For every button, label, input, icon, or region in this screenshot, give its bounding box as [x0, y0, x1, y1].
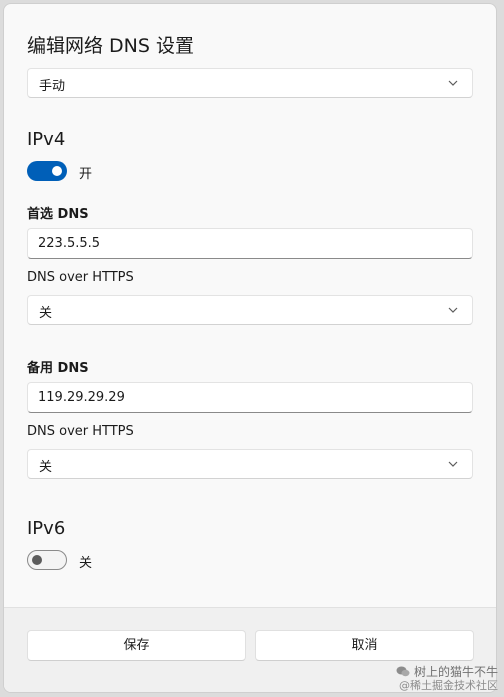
cancel-button[interactable]: 取消	[255, 630, 474, 661]
toggle-knob	[52, 166, 62, 176]
ipv4-heading: IPv4	[27, 129, 66, 150]
alternate-dns-label: 备用 DNS	[27, 361, 89, 376]
preferred-doh-label: DNS over HTTPS	[27, 270, 134, 285]
edit-dns-dialog: 编辑网络 DNS 设置 手动 IPv4 开 首选 DNS DNS over HT…	[3, 3, 497, 693]
dns-mode-dropdown[interactable]: 手动	[27, 68, 473, 98]
preferred-dns-input[interactable]	[27, 228, 473, 259]
chevron-down-icon	[448, 461, 458, 467]
dialog-title: 编辑网络 DNS 设置	[27, 35, 194, 57]
alternate-doh-label: DNS over HTTPS	[27, 424, 134, 439]
watermark-author: 树上的猫牛不牛	[396, 665, 498, 679]
ipv6-heading: IPv6	[27, 518, 66, 539]
preferred-dns-label: 首选 DNS	[27, 207, 89, 222]
dns-mode-value: 手动	[39, 79, 66, 94]
save-button[interactable]: 保存	[27, 630, 246, 661]
toggle-knob	[32, 555, 42, 565]
watermark: 树上的猫牛不牛 @稀土掘金技术社区	[396, 665, 498, 693]
ipv6-toggle[interactable]	[27, 550, 67, 570]
chevron-down-icon	[448, 80, 458, 86]
preferred-doh-value: 关	[39, 306, 53, 321]
chevron-down-icon	[448, 307, 458, 313]
watermark-line1: 树上的猫牛不牛	[413, 665, 498, 679]
alternate-doh-value: 关	[39, 460, 53, 475]
watermark-line2: @稀土掘金技术社区	[399, 679, 498, 692]
preferred-doh-dropdown[interactable]: 关	[27, 295, 473, 325]
alternate-dns-input[interactable]	[27, 382, 473, 413]
ipv4-toggle[interactable]	[27, 161, 67, 181]
ipv4-toggle-label: 开	[79, 167, 93, 182]
alternate-doh-dropdown[interactable]: 关	[27, 449, 473, 479]
ipv6-toggle-label: 关	[79, 556, 93, 571]
wechat-icon	[396, 666, 410, 677]
